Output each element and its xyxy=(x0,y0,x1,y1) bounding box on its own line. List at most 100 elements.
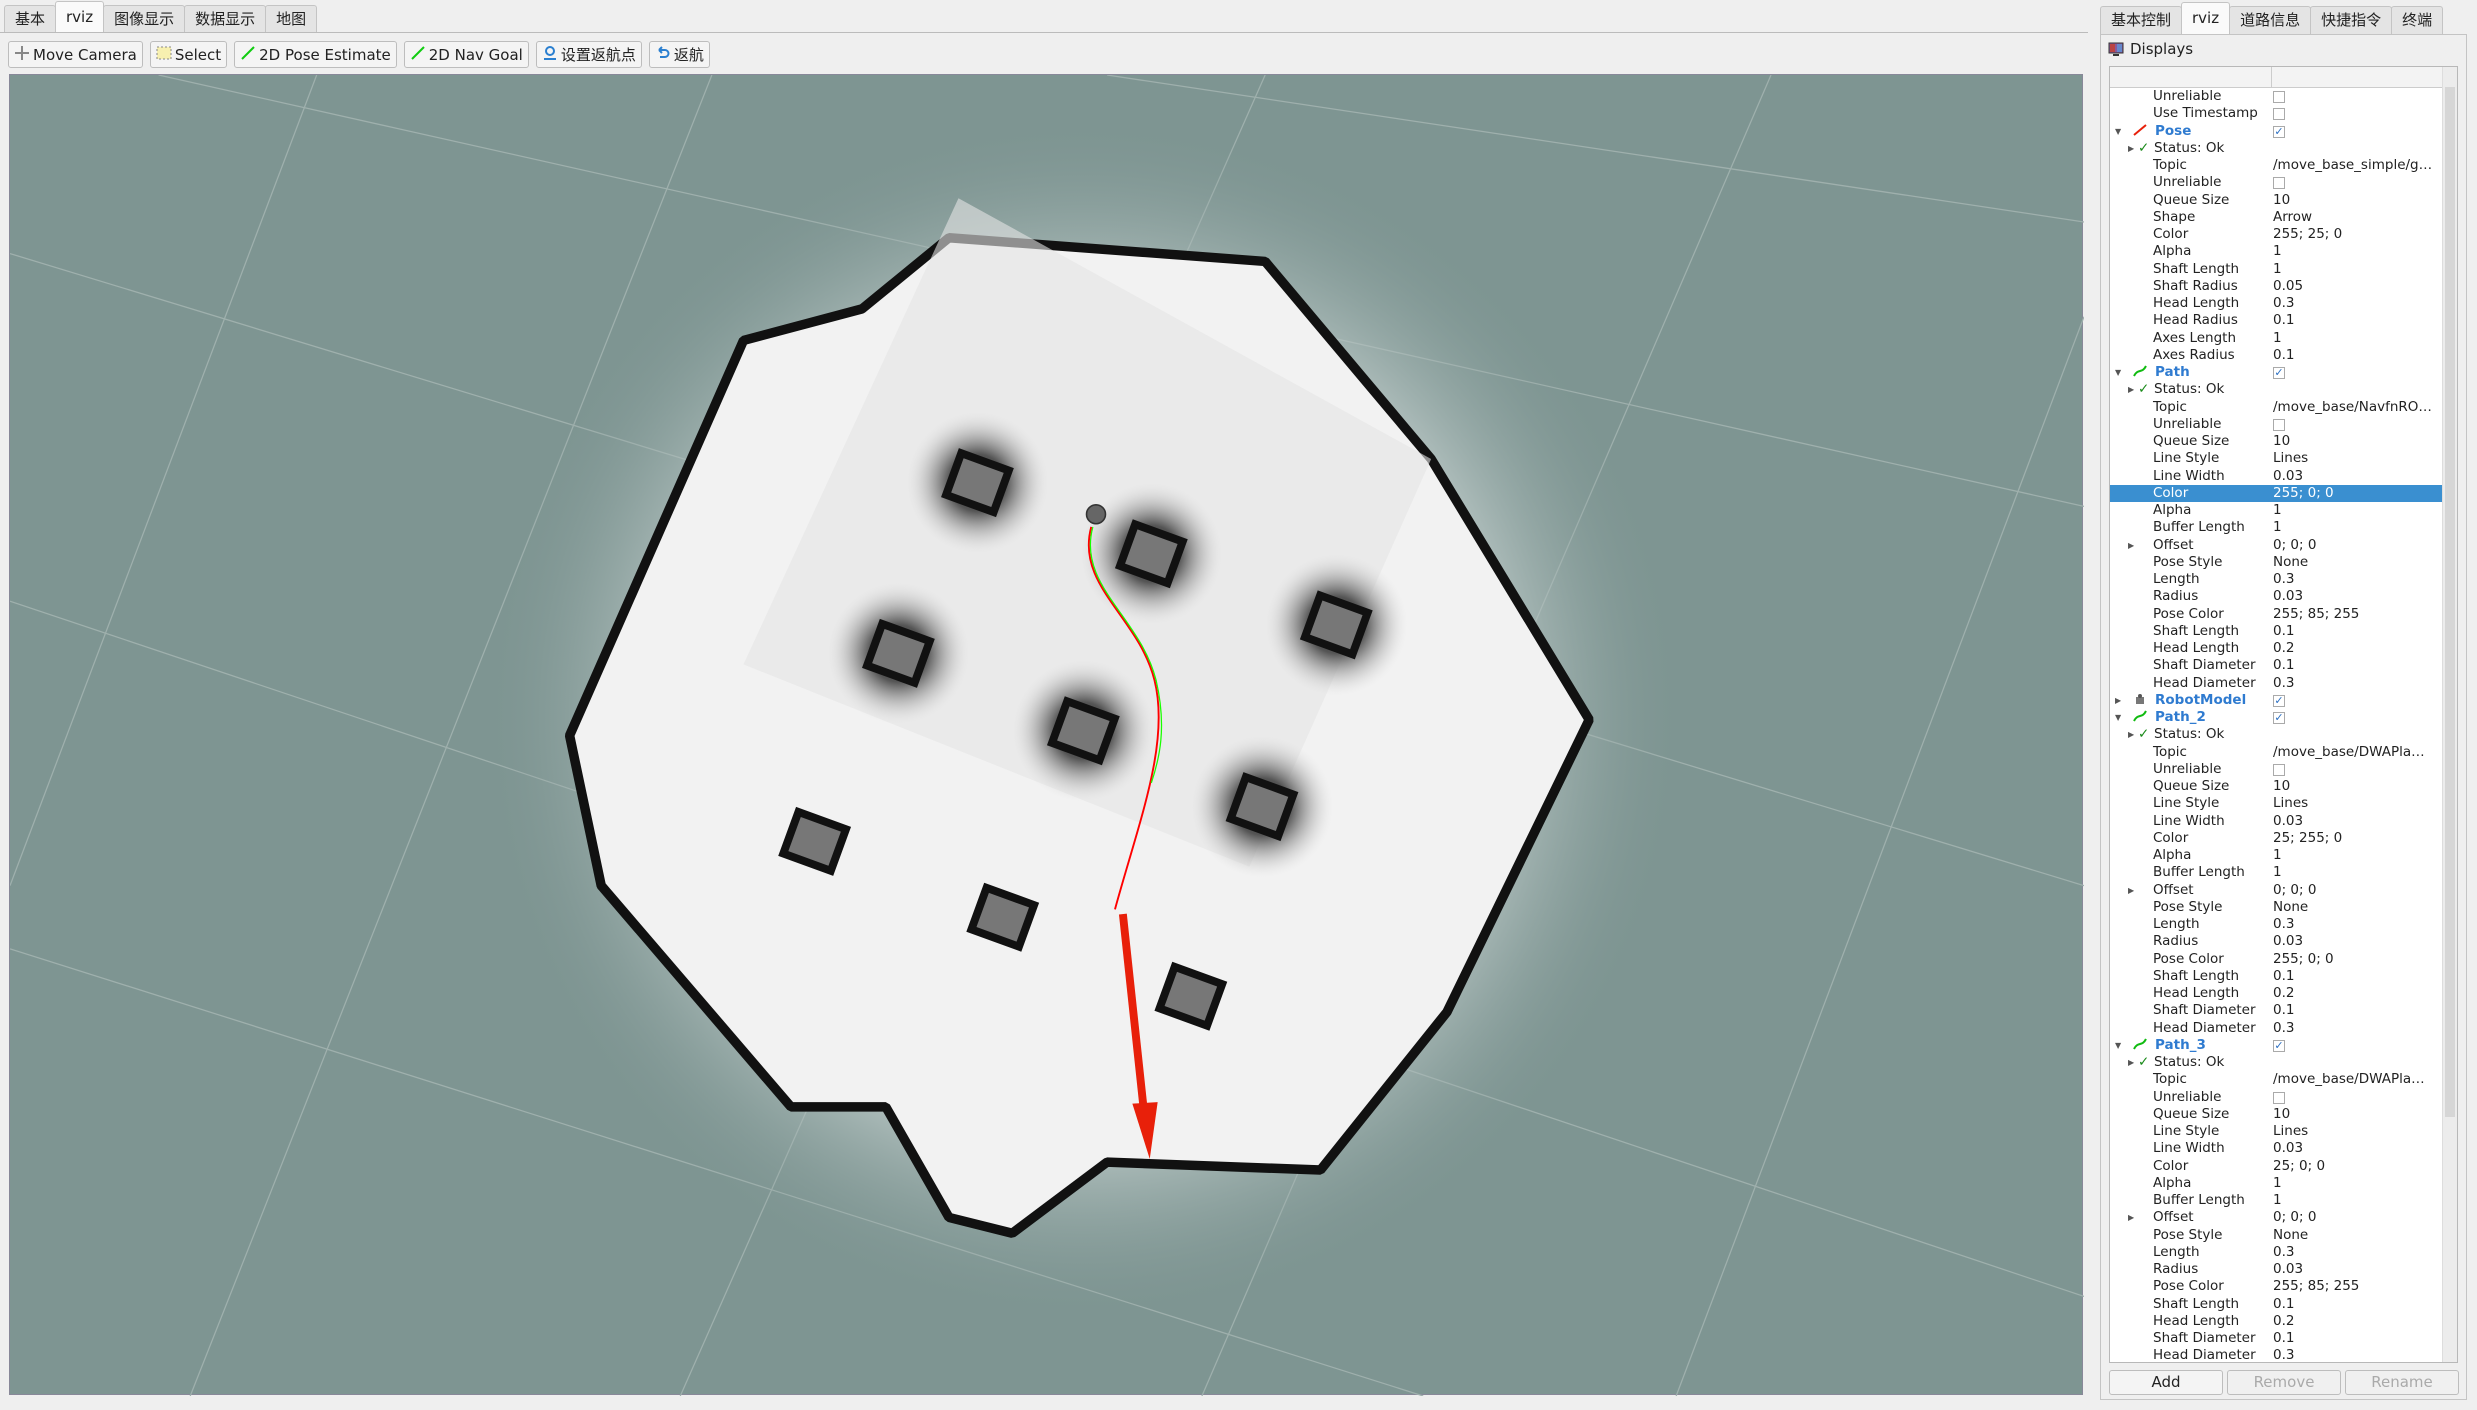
checkbox-unchecked[interactable] xyxy=(2273,1091,2285,1104)
rviz-3d-viewport[interactable] xyxy=(9,74,2085,1397)
display-pose[interactable]: ▼ Pose ✓ xyxy=(2110,123,2442,140)
property-row[interactable]: Color 255; 0; 0 xyxy=(2110,484,2442,502)
property-row[interactable]: Pose Color 255; 85; 255 xyxy=(2110,606,2442,623)
right-tab-0[interactable]: 基本控制 xyxy=(2100,6,2183,34)
property-row[interactable]: Pose Style None xyxy=(2110,554,2442,571)
property-row[interactable]: Alpha 1 xyxy=(2110,243,2442,260)
checkbox-checked[interactable]: ✓ xyxy=(2273,712,2285,724)
property-row[interactable]: Length 0.3 xyxy=(2110,916,2442,933)
expand-toggle-icon[interactable]: ▼ xyxy=(2115,709,2121,726)
property-row[interactable]: ▶ ✓ Status: Ok xyxy=(2110,726,2442,743)
property-row[interactable]: Radius 0.03 xyxy=(2110,933,2442,950)
rename-button[interactable]: Rename xyxy=(2345,1370,2459,1395)
checkbox-checked[interactable]: ✓ xyxy=(2273,1039,2285,1052)
property-row[interactable]: Unreliable xyxy=(2110,88,2442,105)
property-row[interactable]: Radius 0.03 xyxy=(2110,1261,2442,1278)
toolbar-button-1[interactable]: Select xyxy=(149,41,228,68)
tab-3[interactable]: 数据显示 xyxy=(184,5,267,33)
property-row[interactable]: Shaft Diameter 0.1 xyxy=(2110,657,2442,674)
checkbox-checked[interactable]: ✓ xyxy=(2273,125,2285,138)
property-row[interactable]: Head Length 0.2 xyxy=(2110,640,2442,657)
remove-button[interactable]: Remove xyxy=(2227,1370,2341,1395)
expand-toggle-icon[interactable]: ▶ xyxy=(2128,1054,2134,1071)
property-row[interactable]: Color 255; 25; 0 xyxy=(2110,226,2442,243)
display-robotmodel[interactable]: ▶ RobotModel ✓ xyxy=(2110,692,2442,709)
property-row[interactable]: Head Length 0.3 xyxy=(2110,295,2442,312)
property-row[interactable]: Topic/move_base/DWAPla… xyxy=(2110,744,2442,761)
checkbox-unchecked[interactable] xyxy=(2273,177,2285,190)
expand-toggle-icon[interactable]: ▶ xyxy=(2128,537,2134,554)
property-row[interactable]: Queue Size 10 xyxy=(2110,778,2442,795)
property-row[interactable]: Length 0.3 xyxy=(2110,571,2442,588)
property-row[interactable]: Head Length 0.2 xyxy=(2110,1313,2442,1330)
property-row[interactable]: Topic/move_base_simple/g… xyxy=(2110,157,2442,174)
property-row[interactable]: Line Style Lines xyxy=(2110,1123,2442,1140)
property-row[interactable]: Unreliable xyxy=(2110,174,2442,191)
expand-toggle-icon[interactable]: ▼ xyxy=(2115,364,2121,381)
toolbar-button-0[interactable]: Move Camera xyxy=(8,41,143,68)
property-row[interactable]: Head Length 0.2 xyxy=(2110,985,2442,1002)
checkbox-checked[interactable]: ✓ xyxy=(2273,367,2285,379)
property-row[interactable]: Buffer Length 1 xyxy=(2110,519,2442,536)
property-row[interactable]: Line Width 0.03 xyxy=(2110,813,2442,830)
property-row[interactable]: Shaft Diameter 0.1 xyxy=(2110,1002,2442,1019)
property-row[interactable]: ▶ Offset 0; 0; 0 xyxy=(2110,882,2442,899)
property-row[interactable]: Pose Style None xyxy=(2110,899,2442,916)
property-row[interactable]: Axes Length 1 xyxy=(2110,330,2442,347)
tree-scrollbar[interactable] xyxy=(2442,67,2457,1362)
property-row[interactable]: Shaft Length 1 xyxy=(2110,261,2442,278)
expand-toggle-icon[interactable]: ▶ xyxy=(2115,692,2121,709)
property-row[interactable]: Use Timestamp xyxy=(2110,105,2442,122)
toolbar-button-2[interactable]: 2D Pose Estimate xyxy=(234,41,397,68)
property-row[interactable]: Pose Color 255; 85; 255 xyxy=(2110,1278,2442,1295)
property-row[interactable]: Shaft Length 0.1 xyxy=(2110,968,2442,985)
expand-toggle-icon[interactable]: ▶ xyxy=(2128,882,2134,899)
property-row[interactable]: Queue Size 10 xyxy=(2110,1106,2442,1123)
display-path_3[interactable]: ▼ Path_3 ✓ xyxy=(2110,1037,2442,1054)
right-tab-3[interactable]: 快捷指令 xyxy=(2310,6,2393,34)
property-row[interactable]: Alpha 1 xyxy=(2110,502,2442,519)
property-row[interactable]: Line Style Lines xyxy=(2110,795,2442,812)
right-tab-4[interactable]: 终端 xyxy=(2391,6,2444,34)
property-row[interactable]: Length 0.3 xyxy=(2110,1244,2442,1261)
property-row[interactable]: ▶ Offset 0; 0; 0 xyxy=(2110,537,2442,554)
displays-tree[interactable]: Unreliable Use Timestamp ▼ Pose ✓ ▶ ✓ Status: O… xyxy=(2109,66,2458,1363)
property-row[interactable]: Color 25; 255; 0 xyxy=(2110,830,2442,847)
property-row[interactable]: Queue Size 10 xyxy=(2110,433,2442,450)
toolbar-button-3[interactable]: 2D Nav Goal xyxy=(403,41,529,68)
property-row[interactable]: Pose Style None xyxy=(2110,1227,2442,1244)
property-row[interactable]: Unreliable xyxy=(2110,761,2442,778)
property-row[interactable]: Topic/move_base/NavfnRO… xyxy=(2110,399,2442,416)
property-row[interactable]: ▶ ✓ Status: Ok xyxy=(2110,140,2442,157)
property-row[interactable]: Buffer Length 1 xyxy=(2110,1192,2442,1209)
property-row[interactable]: Shape Arrow xyxy=(2110,209,2442,226)
checkbox-unchecked[interactable] xyxy=(2273,418,2285,431)
property-row[interactable]: ▶ ✓ Status: Ok xyxy=(2110,381,2442,398)
expand-toggle-icon[interactable]: ▼ xyxy=(2115,123,2121,140)
property-row[interactable]: Topic/move_base/DWAPla… xyxy=(2110,1071,2442,1088)
property-row[interactable]: Alpha 1 xyxy=(2110,1175,2442,1192)
property-row[interactable]: ▶ ✓ Status: Ok xyxy=(2110,1054,2442,1071)
map-view[interactable] xyxy=(9,74,2085,1397)
toolbar-button-4[interactable]: 设置返航点 xyxy=(535,41,642,68)
property-row[interactable]: Unreliable xyxy=(2110,416,2442,433)
expand-toggle-icon[interactable]: ▶ xyxy=(2128,381,2134,398)
property-row[interactable]: Line Width 0.03 xyxy=(2110,468,2442,485)
property-row[interactable]: Queue Size 10 xyxy=(2110,192,2442,209)
property-row[interactable]: Shaft Radius 0.05 xyxy=(2110,278,2442,295)
expand-toggle-icon[interactable]: ▶ xyxy=(2128,726,2134,743)
tab-4[interactable]: 地图 xyxy=(265,5,318,33)
tab-1[interactable]: rviz xyxy=(55,1,105,33)
property-row[interactable]: Pose Color 255; 0; 0 xyxy=(2110,951,2442,968)
display-path[interactable]: ▼ Path ✓ xyxy=(2110,364,2442,381)
property-row[interactable]: Shaft Length 0.1 xyxy=(2110,1296,2442,1313)
expand-toggle-icon[interactable]: ▼ xyxy=(2115,1037,2121,1054)
property-row[interactable]: Head Diameter 0.3 xyxy=(2110,1347,2442,1362)
display-path_2[interactable]: ▼ Path_2 ✓ xyxy=(2110,709,2442,726)
checkbox-unchecked[interactable] xyxy=(2273,108,2285,121)
property-row[interactable]: Shaft Diameter 0.1 xyxy=(2110,1330,2442,1347)
right-tab-1[interactable]: rviz xyxy=(2181,2,2231,34)
expand-toggle-icon[interactable]: ▶ xyxy=(2128,140,2134,157)
property-row[interactable]: Color 25; 0; 0 xyxy=(2110,1158,2442,1175)
checkbox-unchecked[interactable] xyxy=(2273,763,2285,776)
